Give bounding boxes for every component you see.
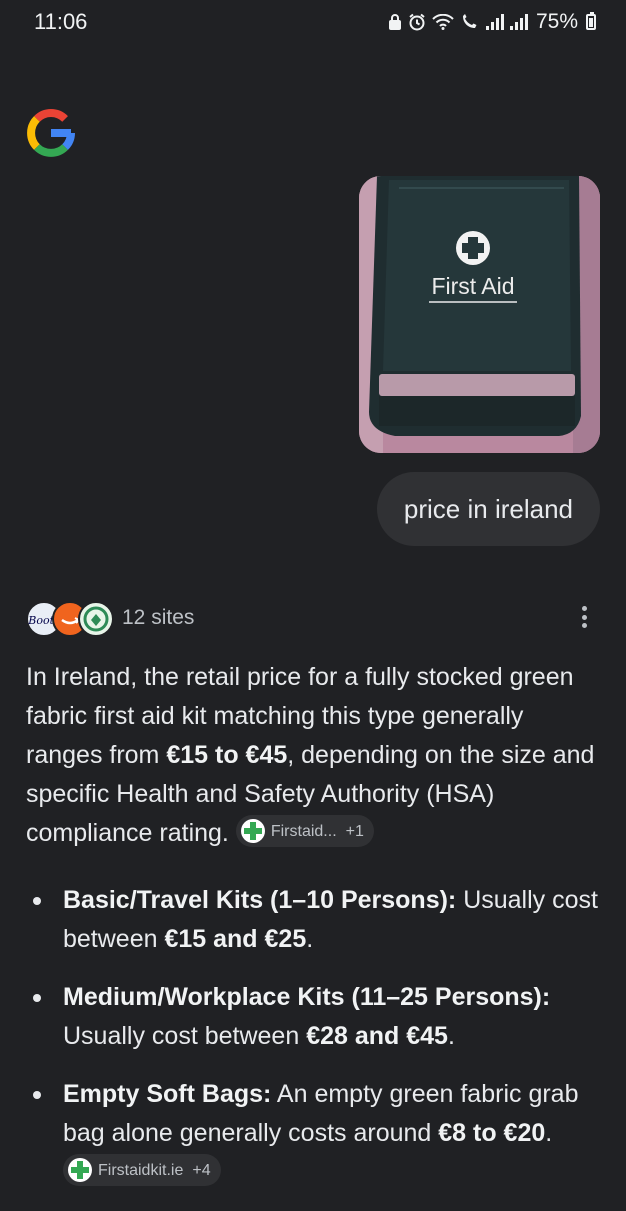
answer-intro: In Ireland, the retail price for a fully… bbox=[26, 658, 606, 853]
chip-label: Firstaidkit.ie bbox=[98, 1161, 184, 1179]
battery-percent: 75% bbox=[535, 10, 578, 33]
lock-icon bbox=[388, 14, 402, 30]
uploaded-image-first-aid-kit[interactable]: First Aid bbox=[359, 176, 600, 453]
sources-count[interactable]: 12 sites bbox=[122, 606, 194, 630]
green-cross-icon bbox=[68, 1158, 92, 1183]
green-site-favicon bbox=[78, 601, 114, 637]
signal-icon bbox=[509, 14, 528, 30]
source-favicons[interactable]: Boots bbox=[26, 599, 116, 637]
wifi-icon bbox=[432, 14, 454, 30]
kit-label: First Aid bbox=[431, 273, 514, 299]
green-cross-icon bbox=[240, 819, 265, 844]
source-chip-firstaid[interactable]: Firstaid... +1 bbox=[235, 815, 374, 848]
list-item: Empty Soft Bags: An empty green fabric g… bbox=[26, 1075, 606, 1192]
ai-answer: In Ireland, the retail price for a fully… bbox=[26, 658, 606, 1211]
chip-count: +4 bbox=[192, 1161, 211, 1179]
sources-row[interactable]: Boots 12 sites bbox=[26, 598, 600, 638]
status-time: 11:06 bbox=[34, 9, 88, 34]
price-bullet-list: Basic/Travel Kits (1–10 Persons): Usuall… bbox=[26, 881, 606, 1192]
wifi-calling-icon bbox=[460, 14, 480, 30]
google-g-logo[interactable] bbox=[26, 108, 76, 158]
alarm-icon bbox=[408, 13, 426, 31]
signal-icon bbox=[485, 14, 504, 30]
chip-label: Firstaid... bbox=[270, 822, 337, 840]
list-item: Medium/Workplace Kits (11–25 Persons): U… bbox=[26, 978, 606, 1056]
user-query-bubble: price in ireland bbox=[376, 472, 600, 546]
chip-count: +1 bbox=[345, 822, 364, 840]
battery-icon bbox=[586, 12, 596, 30]
status-bar: 11:06 75% bbox=[0, 0, 626, 44]
list-item: Basic/Travel Kits (1–10 Persons): Usuall… bbox=[26, 881, 606, 959]
user-query-text: price in ireland bbox=[403, 493, 573, 524]
source-chip-firstaidkit[interactable]: Firstaidkit.ie +4 bbox=[63, 1154, 221, 1187]
status-icons: 75% bbox=[388, 10, 596, 34]
more-options-icon[interactable] bbox=[574, 602, 594, 632]
